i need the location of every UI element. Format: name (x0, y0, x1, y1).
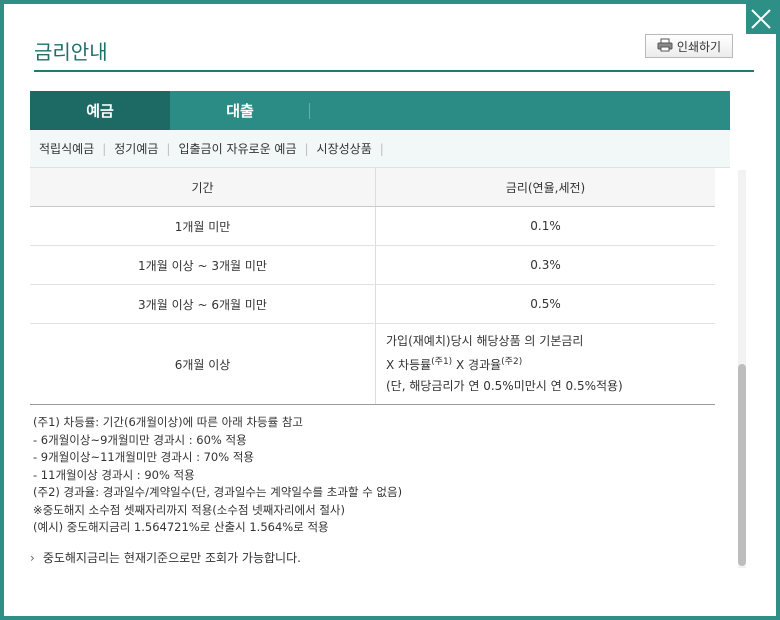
notes-block: (주1) 차등률: 기간(6개월이상)에 따른 아래 차등률 참고 - 6개월이… (33, 414, 402, 537)
close-icon (751, 9, 771, 29)
rate-cell: 0.3% (375, 245, 715, 285)
subtab-separator: | (102, 141, 107, 156)
rate-formula-cell: 가입(재예치)당시 해당상품 의 기본금리 X 차등률(주1) X 경과율(주2… (375, 323, 715, 405)
period-cell: 6개월 이상 (30, 323, 376, 405)
main-tabs: 예금 대출 (30, 91, 730, 136)
note-line: (예시) 중도해지금리 1.564721%로 산출시 1.564%로 적용 (33, 520, 329, 534)
table-row: 3개월 이상 ~ 6개월 미만 0.5% (30, 284, 715, 324)
subtab-separator: | (379, 141, 384, 156)
printer-icon (657, 38, 673, 55)
formula-line-3: (단, 해당금리가 연 0.5%미만시 연 0.5%적용) (386, 379, 623, 393)
footnote: › 중도해지금리는 현재기준으로만 조회가 가능합니다. (30, 549, 301, 566)
subtab-separator: | (304, 141, 309, 156)
title-divider (34, 70, 754, 72)
header-rate: 금리(연율,세전) (375, 168, 715, 207)
footnote-text: 중도해지금리는 현재기준으로만 조회가 가능합니다. (42, 551, 301, 565)
tab-deposit[interactable]: 예금 (30, 91, 170, 136)
page-title: 금리안내 (34, 40, 108, 64)
note-ref-2: (주2) (501, 357, 523, 367)
note-line: (주1) 차등률: 기간(6개월이상)에 따른 아래 차등률 참고 (33, 415, 303, 429)
note-line: - 6개월이상~9개월미만 경과시 : 60% 적용 (33, 432, 247, 447)
tab-loan[interactable]: 대출 (170, 91, 310, 130)
scrollbar[interactable] (738, 170, 746, 568)
rate-cell: 0.1% (375, 206, 715, 246)
formula-rate-diff: X 차등률 (386, 358, 432, 372)
period-cell: 3개월 이상 ~ 6개월 미만 (30, 284, 376, 324)
note-ref-1: (주1) (431, 357, 453, 367)
print-button[interactable]: 인쇄하기 (645, 34, 733, 58)
tab-divider (309, 103, 310, 119)
chevron-right-icon: › (30, 551, 35, 565)
note-line: (주2) 경과율: 경과일수/계약일수(단, 경과일수는 계약일수를 초과할 수… (33, 485, 403, 499)
subtab-demand[interactable]: 입출금이 자유로운 예금 (178, 140, 304, 157)
subtab-installment[interactable]: 적립식예금 (39, 140, 102, 157)
period-cell: 1개월 미만 (30, 206, 376, 246)
formula-line-2: X 차등률(주1) X 경과율(주2) (386, 352, 714, 376)
note-line: - 9개월이상~11개월미만 경과시 : 70% 적용 (33, 450, 254, 464)
rate-table: 기간 금리(연율,세전) 1개월 미만 0.1% 1개월 이상 ~ 3개월 미만… (30, 168, 715, 405)
print-label: 인쇄하기 (676, 39, 722, 54)
formula-elapsed: X 경과율 (452, 358, 502, 372)
subtab-fixed[interactable]: 정기예금 (114, 140, 166, 157)
content-area: 기간 금리(연율,세전) 1개월 미만 0.1% 1개월 이상 ~ 3개월 미만… (30, 168, 730, 568)
rate-cell: 0.5% (375, 284, 715, 324)
note-line: ※중도해지 소수점 셋째자리까지 적용(소수점 넷째자리에서 절사) (33, 502, 345, 517)
period-cell: 1개월 이상 ~ 3개월 미만 (30, 245, 376, 285)
table-row: 6개월 이상 가입(재예치)당시 해당상품 의 기본금리 X 차등률(주1) X… (30, 323, 715, 405)
header-period: 기간 (30, 168, 376, 207)
close-button[interactable] (746, 4, 776, 34)
table-header-row: 기간 금리(연율,세전) (30, 168, 715, 207)
subtab-bar: 적립식예금 | 정기예금 | 입출금이 자유로운 예금 | 시장성상품 | (30, 130, 730, 168)
scrollbar-thumb[interactable] (738, 364, 746, 566)
formula-line-1: 가입(재예치)당시 해당상품 의 기본금리 (386, 334, 584, 348)
subtab-separator: | (166, 141, 171, 156)
subtab-market[interactable]: 시장성상품 (317, 140, 380, 157)
table-row: 1개월 이상 ~ 3개월 미만 0.3% (30, 245, 715, 285)
note-line: - 11개월이상 경과시 : 90% 적용 (33, 467, 195, 482)
table-row: 1개월 미만 0.1% (30, 206, 715, 246)
